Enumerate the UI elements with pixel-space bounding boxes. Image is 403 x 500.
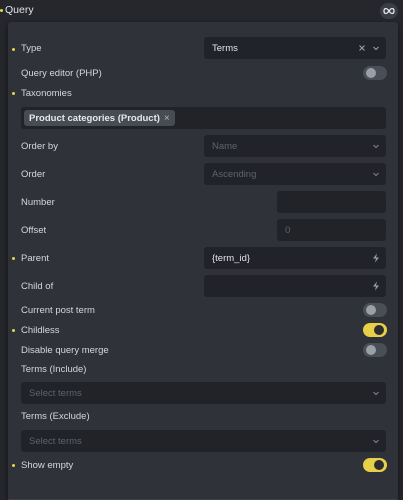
parent-label: Parent — [21, 253, 49, 264]
type-label: Type — [21, 43, 42, 54]
dynamic-data-icon[interactable] — [372, 281, 380, 291]
number-label: Number — [21, 197, 55, 208]
query-header: Query — [0, 0, 403, 22]
childless-label: Childless — [21, 325, 60, 336]
offset-label: Offset — [21, 225, 47, 236]
disable-query-merge-toggle[interactable] — [363, 343, 387, 357]
chevron-down-icon — [372, 142, 380, 150]
set-indicator-dot — [12, 48, 15, 51]
taxonomies-label: Taxonomies — [21, 88, 72, 99]
terms-include-select[interactable]: Select terms — [21, 382, 386, 404]
order-by-label: Order by — [21, 141, 58, 152]
chevron-down-icon — [372, 389, 380, 397]
order-select[interactable]: Ascending — [204, 163, 386, 185]
chevron-down-icon — [372, 44, 380, 52]
chevron-down-icon — [372, 170, 380, 178]
number-input[interactable] — [277, 191, 386, 213]
disable-query-merge-label: Disable query merge — [21, 345, 109, 356]
current-post-term-toggle[interactable] — [363, 303, 387, 317]
taxonomies-select[interactable]: Product categories (Product) × — [21, 107, 386, 129]
current-post-term-label: Current post term — [21, 305, 95, 316]
query-editor-label: Query editor (PHP) — [21, 68, 102, 79]
chevron-down-icon — [372, 437, 380, 445]
set-indicator-dot — [0, 9, 3, 12]
query-editor-toggle[interactable] — [363, 66, 387, 80]
infinity-icon[interactable] — [380, 3, 398, 19]
type-select[interactable]: Terms — [204, 37, 386, 59]
set-indicator-dot — [12, 92, 15, 95]
header-title: Query — [5, 4, 34, 16]
child-of-input[interactable] — [204, 275, 386, 297]
set-indicator-dot — [12, 329, 15, 332]
remove-chip-icon[interactable]: × — [164, 113, 170, 124]
set-indicator-dot — [12, 464, 15, 467]
order-by-select[interactable]: Name — [204, 135, 386, 157]
clear-icon[interactable] — [358, 44, 366, 52]
terms-include-label: Terms (Include) — [21, 364, 87, 375]
child-of-label: Child of — [21, 281, 54, 292]
parent-input[interactable]: {term_id} — [204, 247, 386, 269]
show-empty-label: Show empty — [21, 460, 74, 471]
show-empty-toggle[interactable] — [363, 458, 387, 472]
taxonomy-chip: Product categories (Product) × — [24, 110, 175, 126]
terms-exclude-select[interactable]: Select terms — [21, 430, 386, 452]
dynamic-data-icon[interactable] — [372, 253, 380, 263]
terms-exclude-label: Terms (Exclude) — [21, 411, 90, 422]
set-indicator-dot — [12, 257, 15, 260]
childless-toggle[interactable] — [363, 323, 387, 337]
offset-input[interactable]: 0 — [277, 219, 386, 241]
order-label: Order — [21, 169, 46, 180]
query-settings-panel: Type Terms Query editor (PHP) Taxonomies… — [8, 22, 398, 500]
